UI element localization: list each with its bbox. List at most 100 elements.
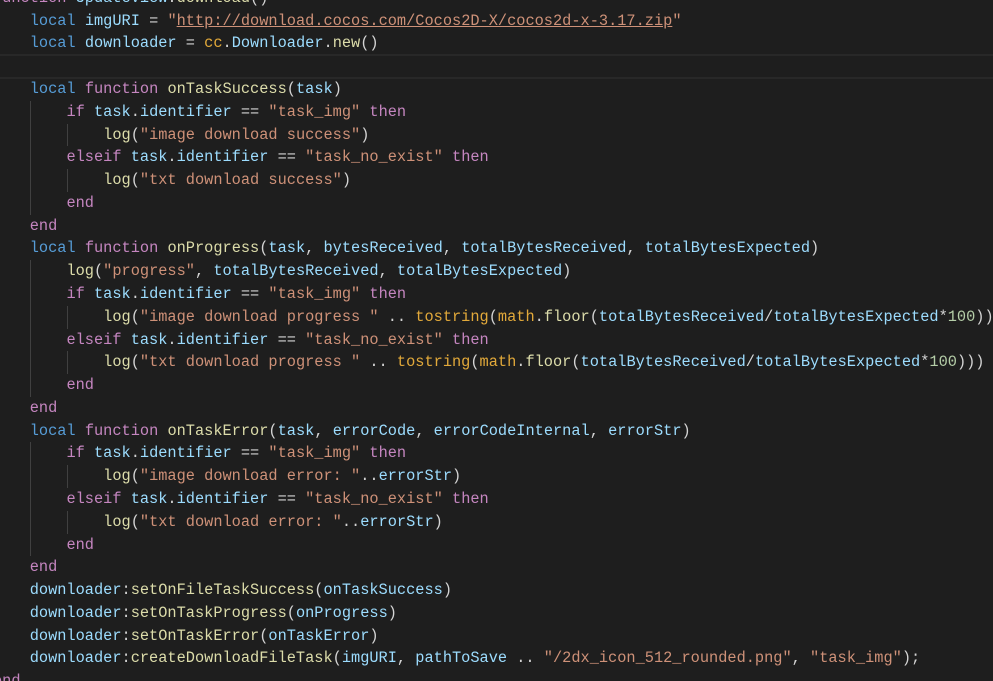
code-line[interactable]: local function onTaskError(task, errorCo… [0,420,691,443]
code-token: / [745,353,755,372]
code-token: task [130,489,168,508]
code-line[interactable]: local function onProgress(task, bytesRec… [0,237,820,260]
code-token: * [920,353,930,372]
code-token: ( [130,467,140,486]
code-line[interactable]: elseif task.identifier == "task_no_exist… [0,488,488,511]
code-token: .. [378,307,416,326]
code-token: "image download error: " [139,467,361,486]
code-line[interactable]: end [0,215,58,238]
code-line[interactable]: end [0,192,94,215]
code-token: "txt download progress " [139,353,361,372]
code-line[interactable]: log("txt download success") [0,169,351,192]
code-token: function [84,79,159,98]
code-token: , [791,649,811,668]
code-token: identifier [139,444,232,463]
code-line[interactable]: log("image download progress " .. tostri… [0,306,993,329]
code-token: "/2dx_icon_512_rounded.png" [543,649,792,668]
code-token: , [442,239,462,258]
code-token: floor [525,353,572,372]
code-token: log [66,262,94,281]
code-token: local [29,11,76,30]
code-editor[interactable]: function UpdateView.download() local img… [0,0,993,681]
code-token: ( [130,125,140,144]
code-token: , [194,262,214,281]
code-token: log [103,171,131,190]
code-token: totalBytesExpected [773,307,939,326]
code-token: ( [286,79,296,98]
code-line[interactable]: end [0,534,94,557]
code-token: == [231,284,269,303]
code-token: ( [93,262,104,281]
code-token: log [103,353,131,372]
code-line[interactable]: log("txt download error: "..errorStr) [0,511,443,534]
code-line[interactable]: end [0,397,58,420]
code-token: . [167,0,176,7]
code-token: errorCodeInternal [433,421,590,440]
code-token: errorStr [608,421,682,440]
code-token: == [268,330,306,349]
code-token: "txt download success" [139,171,342,190]
code-token: () [360,34,379,53]
code-line[interactable]: end [0,670,21,681]
code-token: identifier [176,148,269,167]
code-line[interactable]: if task.identifier == "task_img" then [0,442,406,465]
url-link[interactable]: http://download.cocos.com/Cocos2D-X/coco… [177,12,673,30]
code-line[interactable]: local downloader = cc.Downloader.new() [0,32,379,55]
code-token: setOnFileTaskSuccess [130,581,315,600]
code-line[interactable]: local imgURI = "http://download.cocos.co… [0,10,682,33]
code-line[interactable]: if task.identifier == "task_img" then [0,283,406,306]
code-line[interactable]: if task.identifier == "task_img" then [0,101,406,124]
code-line[interactable]: downloader:setOnFileTaskSuccess(onTaskSu… [0,579,452,602]
code-token: ) [810,239,820,258]
code-line[interactable]: log("txt download progress " .. tostring… [0,351,984,374]
code-token: ( [130,171,140,190]
code-line[interactable]: end [0,374,94,397]
code-token: errorCode [332,421,416,440]
code-token: == [231,102,269,121]
code-token: * [938,307,948,326]
code-token: math [497,307,535,326]
code-token: = [139,11,168,30]
code-line[interactable]: log("image download success") [0,124,369,147]
code-token: onProgress [295,603,388,622]
code-token: new [332,34,361,53]
code-line[interactable]: downloader:setOnTaskError(onTaskError) [0,625,379,648]
code-token: ))) [975,307,993,326]
code-line[interactable]: end [0,556,58,579]
code-token: " [167,11,177,30]
code-line[interactable]: elseif task.identifier == "task_no_exist… [0,329,488,352]
code-token: "task_no_exist" [305,148,443,167]
code-line[interactable]: function UpdateView.download() [0,0,268,10]
code-token: downloader [29,581,122,600]
code-token: ( [332,649,342,668]
code-line[interactable]: elseif task.identifier == "task_no_exist… [0,146,488,169]
code-token: downloader [29,649,122,668]
code-token: ) [332,79,342,98]
code-token: totalBytesReceived [461,239,627,258]
code-line[interactable]: log("progress", totalBytesReceived, tota… [0,260,571,283]
code-line[interactable]: downloader:setOnTaskProgress(onProgress) [0,602,397,625]
code-token: end [66,535,94,554]
code-line[interactable]: local function onTaskSuccess(task) [0,78,342,101]
code-token: local [29,79,76,98]
code-token: totalBytesExpected [754,353,921,372]
code-token: ( [130,512,140,531]
code-line[interactable]: downloader:createDownloadFileTask(imgURI… [0,647,920,670]
code-line[interactable]: log("image download error: "..errorStr) [0,465,461,488]
code-token: log [103,307,131,326]
code-token: == [268,148,306,167]
code-token: imgURI [341,649,397,668]
